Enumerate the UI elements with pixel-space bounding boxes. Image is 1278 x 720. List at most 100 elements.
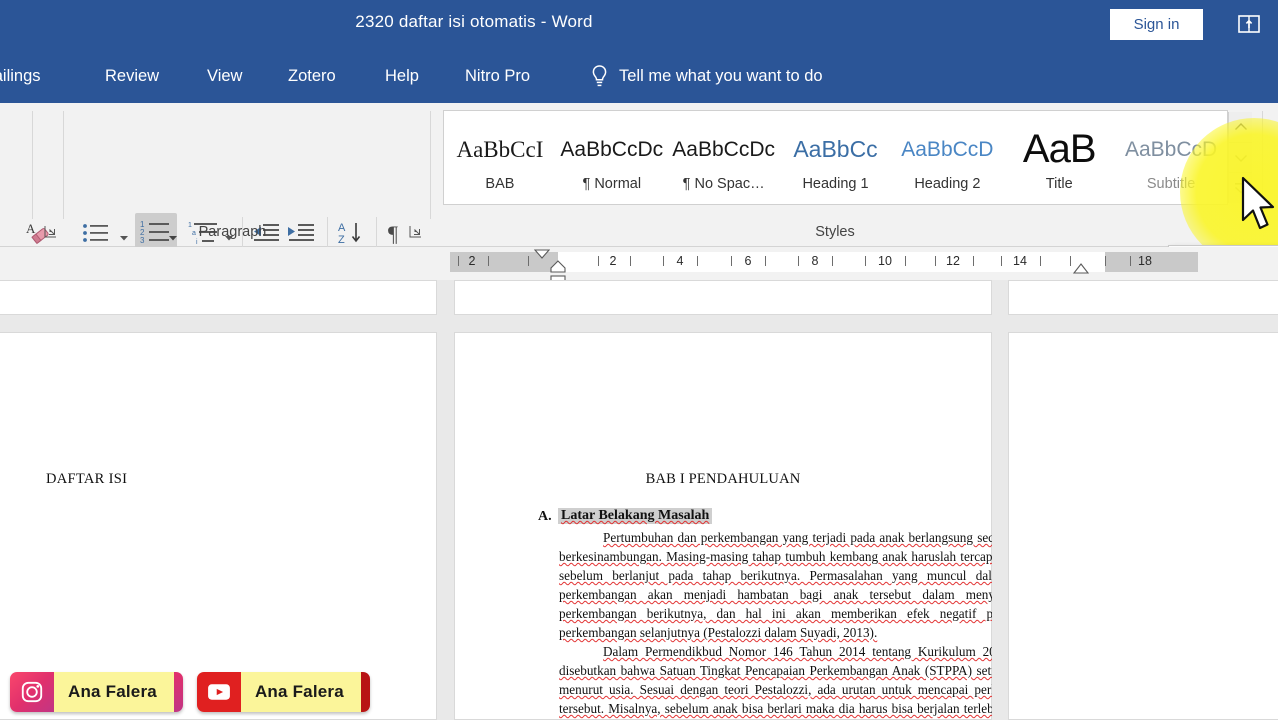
title-bar: 2320 daftar isi otomatis - Word Sign in xyxy=(0,0,1278,50)
svg-text:A: A xyxy=(338,222,346,234)
paragraph-dialog-launcher[interactable] xyxy=(409,225,422,238)
style-preview: AaBbCcD xyxy=(901,137,994,161)
sign-in-button[interactable]: Sign in xyxy=(1110,9,1203,40)
show-formatting-marks-button[interactable]: ¶ xyxy=(382,217,412,249)
svg-text:A: A xyxy=(26,221,36,236)
ruler-number: 12 xyxy=(946,254,960,268)
document-title: 2320 daftar isi otomatis - Word xyxy=(355,12,593,31)
style-name: BAB xyxy=(485,175,515,192)
document-text-layer[interactable]: A. Latar Belakang Masalah Pertumbuhan da… xyxy=(454,332,992,720)
tell-me-label: Tell me what you want to do xyxy=(619,67,823,85)
style-name: Heading 2 xyxy=(914,175,981,192)
styles-gallery-scrollbar[interactable] xyxy=(1228,112,1252,204)
youtube-icon xyxy=(196,672,241,712)
style-preview: AaBbCcDc xyxy=(672,137,775,161)
style-preview: AaBbCc xyxy=(793,136,878,162)
bullets-dropdown-caret[interactable] xyxy=(119,230,129,241)
instagram-icon xyxy=(10,672,54,712)
chevron-down-icon xyxy=(120,236,128,241)
ribbon-divider xyxy=(32,111,33,219)
tab-help[interactable]: Help xyxy=(385,50,419,103)
ribbon-display-options-icon[interactable] xyxy=(1236,12,1262,36)
style-item-no-spacing[interactable]: AaBbCcDc ¶ No Spac… xyxy=(668,111,780,204)
style-name: ¶ No Spac… xyxy=(682,175,765,192)
style-preview: AaB xyxy=(1022,127,1097,171)
font-dialog-launcher[interactable] xyxy=(44,225,57,238)
style-item-heading-1[interactable]: AaBbCc Heading 1 xyxy=(780,111,892,204)
instagram-handle: Ana Falera xyxy=(54,672,174,712)
style-item-subtitle[interactable]: AaBbCcD Subtitle xyxy=(1115,111,1227,204)
style-item-heading-2[interactable]: AaBbCcD Heading 2 xyxy=(891,111,1003,204)
page-previous[interactable]: DAFTAR ISI xyxy=(0,332,437,720)
page-main-top-edge xyxy=(454,280,992,315)
chevron-down-icon xyxy=(1234,154,1247,162)
sign-in-label: Sign in xyxy=(1133,16,1180,33)
paragraph-group-label: Paragraph xyxy=(198,224,267,240)
tab-review[interactable]: Review xyxy=(105,50,159,103)
pilcrow-icon: ¶ xyxy=(388,221,398,245)
section-letter: A. xyxy=(538,509,552,524)
style-name: Heading 1 xyxy=(802,175,869,192)
tab-zotero[interactable]: Zotero xyxy=(288,50,336,103)
svg-text:¶: ¶ xyxy=(388,221,398,245)
svg-text:i: i xyxy=(196,239,198,246)
styles-group-label: Styles xyxy=(815,224,855,240)
style-preview: AaBbCcDc xyxy=(560,137,664,161)
tab-mailings[interactable]: Mailings xyxy=(0,50,41,103)
previous-page-heading: DAFTAR ISI xyxy=(46,471,128,487)
style-item-normal[interactable]: AaBbCcDc ¶ Normal xyxy=(556,111,668,204)
sort-az-icon: A Z xyxy=(338,222,361,246)
ribbon-divider xyxy=(63,111,64,219)
word-application-window: 2320 daftar isi otomatis - Word Sign in … xyxy=(0,0,1278,720)
tab-nitro-pro[interactable]: Nitro Pro xyxy=(465,50,530,103)
youtube-handle: Ana Falera xyxy=(240,672,361,712)
chevron-up-icon xyxy=(1234,122,1247,130)
ribbon-tab-bar: Mailings Review View Zotero Help Nitro P… xyxy=(0,50,1278,103)
ruler-left-margin xyxy=(450,252,558,272)
tell-me-search[interactable]: Tell me what you want to do xyxy=(590,50,823,103)
svg-text:3: 3 xyxy=(140,236,145,245)
style-item-bab[interactable]: AaBbCcI BAB xyxy=(444,111,556,204)
style-item-title[interactable]: AaB Title xyxy=(1003,111,1115,204)
style-name: ¶ Normal xyxy=(582,175,642,192)
ruler-number: 6 xyxy=(744,254,752,268)
styles-more-button[interactable] xyxy=(1229,173,1252,204)
more-styles-icon xyxy=(1234,183,1247,194)
styles-scroll-down-button[interactable] xyxy=(1229,142,1252,174)
horizontal-ruler[interactable]: 2 2 4 6 8 10 12 14 18 xyxy=(450,249,1198,285)
ruler-number: 2 xyxy=(609,254,617,268)
ribbon-divider xyxy=(327,217,328,249)
styles-gallery: AaBbCcI BAB AaBbCcDc ¶ Normal AaBbCcDc ¶… xyxy=(443,110,1228,205)
lightbulb-icon xyxy=(590,64,609,90)
bullet-list-icon xyxy=(83,224,108,242)
bullets-button[interactable] xyxy=(79,217,113,249)
social-media-watermarks: Ana Falera Ana Falera xyxy=(10,672,370,712)
ruler-number: 14 xyxy=(1013,254,1027,268)
document-paragraph: Pertumbuhan dan perkembangan yang terjad… xyxy=(559,530,992,640)
ribbon-divider xyxy=(1262,111,1263,219)
ruler-number: 4 xyxy=(676,254,684,268)
ruler-number: 10 xyxy=(878,254,892,268)
tab-view[interactable]: View xyxy=(207,50,242,103)
section-heading: Latar Belakang Masalah xyxy=(558,508,713,524)
style-preview: AaBbCcD xyxy=(1124,137,1218,161)
dialog-launcher-icon xyxy=(44,226,56,238)
style-preview: AaBbCcI xyxy=(456,136,544,162)
ribbon-divider xyxy=(376,217,377,249)
ruler-number: 2 xyxy=(468,254,476,268)
dialog-launcher-icon xyxy=(409,226,421,238)
svg-text:Z: Z xyxy=(338,234,345,246)
badge-tail xyxy=(173,672,183,712)
ribbon-divider xyxy=(430,111,431,219)
style-name: Subtitle xyxy=(1146,175,1196,192)
styles-scroll-up-button[interactable] xyxy=(1229,112,1252,143)
sort-button[interactable]: A Z xyxy=(334,216,366,250)
badge-tail xyxy=(360,672,370,712)
page-right-body xyxy=(1008,332,1278,720)
instagram-badge[interactable]: Ana Falera xyxy=(10,672,183,712)
style-name: Title xyxy=(1045,175,1073,192)
document-paragraph: Dalam Permendikbud Nomor 146 Tahun 2014 … xyxy=(559,644,992,716)
page-previous-bottom-edge xyxy=(0,280,437,315)
youtube-badge[interactable]: Ana Falera xyxy=(196,672,370,712)
ruler-number: 8 xyxy=(811,254,819,268)
